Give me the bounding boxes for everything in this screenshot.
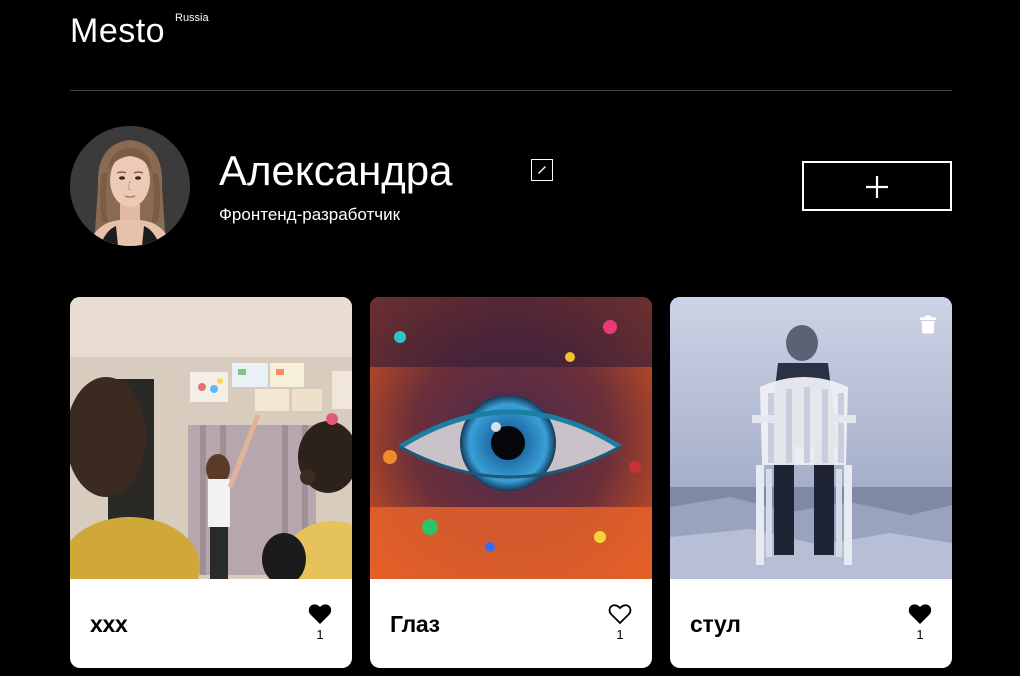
like-group: 1	[908, 603, 932, 642]
avatar[interactable]	[70, 126, 190, 246]
heart-outline-icon	[608, 604, 632, 625]
trash-icon	[920, 315, 936, 334]
like-button[interactable]	[908, 603, 932, 625]
like-group: 1	[608, 603, 632, 642]
classroom-photo	[70, 297, 352, 579]
pencil-icon	[538, 166, 546, 174]
header: Mesto Russia	[70, 0, 952, 91]
card-image[interactable]	[670, 297, 952, 579]
like-button[interactable]	[608, 603, 632, 625]
eye-photo	[370, 297, 652, 579]
card-image[interactable]	[70, 297, 352, 579]
like-button[interactable]	[308, 603, 332, 625]
profile-name: Александра	[219, 147, 453, 194]
page: Mesto Russia Александра Фронтенд-разрабо…	[0, 0, 1020, 676]
chair-photo	[670, 297, 952, 579]
like-count: 1	[316, 627, 324, 642]
edit-profile-button[interactable]	[531, 159, 553, 181]
logo[interactable]: Mesto	[70, 12, 165, 51]
card: xxx 1	[70, 297, 352, 668]
logo-superscript: Russia	[175, 12, 209, 24]
heart-icon	[908, 604, 932, 624]
avatar-image	[70, 126, 190, 246]
logo-text: Mesto	[70, 12, 166, 50]
delete-card-button[interactable]	[919, 315, 937, 334]
like-count: 1	[916, 627, 924, 642]
like-group: 1	[308, 603, 332, 642]
card-title: xxx	[90, 611, 128, 637]
profile-about: Фронтенд-разработчик	[219, 205, 401, 224]
card-image[interactable]	[370, 297, 652, 579]
heart-icon	[308, 604, 332, 624]
card-title: стул	[690, 611, 741, 637]
card: Глаз 1	[370, 297, 652, 668]
card-title: Глаз	[390, 611, 440, 637]
plus-icon	[866, 176, 888, 198]
add-card-button[interactable]	[802, 161, 952, 211]
card: стул 1	[670, 297, 952, 668]
like-count: 1	[616, 627, 624, 642]
